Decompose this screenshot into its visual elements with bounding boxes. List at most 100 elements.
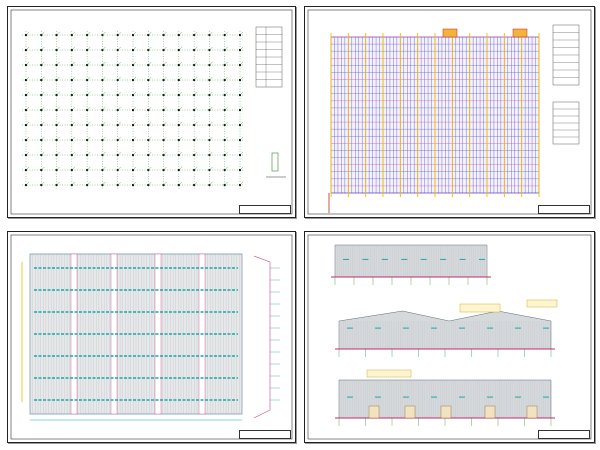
column-tag xyxy=(87,166,91,171)
column-tag xyxy=(102,76,106,81)
column-tag xyxy=(117,31,121,36)
column-tag xyxy=(41,31,45,36)
column-tag xyxy=(224,181,228,186)
column-tag xyxy=(239,106,244,111)
column-tag xyxy=(117,46,121,51)
column-tag xyxy=(209,91,213,96)
column-tag xyxy=(56,61,60,66)
column-tag xyxy=(148,91,152,96)
column-tag xyxy=(209,151,213,156)
column-tag xyxy=(148,151,152,156)
label-callout xyxy=(366,369,412,378)
column-tag xyxy=(239,46,244,51)
column-tag xyxy=(209,121,213,126)
column-tag xyxy=(163,136,167,141)
column-tag xyxy=(148,136,152,141)
column-tag xyxy=(224,91,228,96)
drawing-sheet-foundation-plan[interactable] xyxy=(7,6,296,218)
column-tag xyxy=(25,106,30,111)
column-tag xyxy=(25,181,30,186)
column-tag xyxy=(41,106,45,111)
drawing-sheet-roof-panel-layout[interactable] xyxy=(7,231,296,443)
column-tag xyxy=(41,166,45,171)
column-tag xyxy=(148,76,152,81)
column-tag xyxy=(25,121,30,126)
column-tag xyxy=(87,106,91,111)
column-tag xyxy=(224,76,228,81)
column-tag xyxy=(132,136,137,141)
column-tag xyxy=(148,46,152,51)
side-section xyxy=(253,255,271,419)
column-tag xyxy=(132,181,137,186)
column-tag xyxy=(87,31,91,36)
column-tag xyxy=(148,106,152,111)
side-elevation xyxy=(338,310,552,350)
column-tag xyxy=(194,136,198,141)
column-tag xyxy=(194,181,198,186)
column-tag xyxy=(56,121,60,126)
column-tag xyxy=(41,61,45,66)
column-tag xyxy=(178,151,182,156)
column-tag xyxy=(117,91,121,96)
column-tag xyxy=(239,166,244,171)
column-tag xyxy=(209,106,213,111)
column-tag xyxy=(224,121,228,126)
column-tag xyxy=(148,166,152,171)
column-tag xyxy=(239,181,244,186)
column-tag xyxy=(194,166,198,171)
column-tag xyxy=(25,166,30,171)
column-tag xyxy=(194,91,198,96)
column-tag xyxy=(71,166,75,171)
drawing-sheet-roof-plan[interactable] xyxy=(304,6,595,218)
column-tag xyxy=(87,136,91,141)
column-tag xyxy=(178,31,182,36)
column-tag xyxy=(102,181,106,186)
column-tag xyxy=(224,31,228,36)
column-tag xyxy=(102,61,106,66)
label-callout xyxy=(526,299,558,308)
column-tag xyxy=(71,121,75,126)
door xyxy=(526,405,538,419)
column-tag xyxy=(25,136,30,141)
column-tag xyxy=(194,76,198,81)
label-callout xyxy=(459,303,501,313)
column-tag xyxy=(178,76,182,81)
column-tag xyxy=(41,76,45,81)
column-tag xyxy=(132,121,137,126)
column-tag xyxy=(194,106,198,111)
column-tag xyxy=(194,61,198,66)
column-tag xyxy=(102,91,106,96)
column-tag xyxy=(224,166,228,171)
column-tag xyxy=(209,181,213,186)
column-tag xyxy=(71,106,75,111)
column-tag xyxy=(87,46,91,51)
column-tag xyxy=(132,91,137,96)
column-tag xyxy=(87,76,91,81)
column-tag xyxy=(239,136,244,141)
column-tag xyxy=(102,46,106,51)
drawing-sheet-elevations[interactable] xyxy=(304,231,595,443)
column-tag xyxy=(87,181,91,186)
column-tag xyxy=(102,31,106,36)
column-tag xyxy=(178,61,182,66)
column-tag xyxy=(71,61,75,66)
column-tag xyxy=(87,91,91,96)
column-tag xyxy=(132,106,137,111)
column-tag xyxy=(87,61,91,66)
column-tag xyxy=(178,46,182,51)
sheet-border xyxy=(10,9,293,215)
column-tag xyxy=(194,151,198,156)
column-tag xyxy=(56,136,60,141)
column-tag xyxy=(224,151,228,156)
column-tag xyxy=(178,166,182,171)
column-tag xyxy=(25,31,30,36)
column-tag xyxy=(163,46,167,51)
column-tag xyxy=(25,61,30,66)
column-tag xyxy=(178,106,182,111)
column-tag xyxy=(117,121,121,126)
column-tag xyxy=(117,181,121,186)
column-tag xyxy=(56,106,60,111)
column-tag xyxy=(209,76,213,81)
column-tag xyxy=(209,31,213,36)
column-tag xyxy=(41,46,45,51)
